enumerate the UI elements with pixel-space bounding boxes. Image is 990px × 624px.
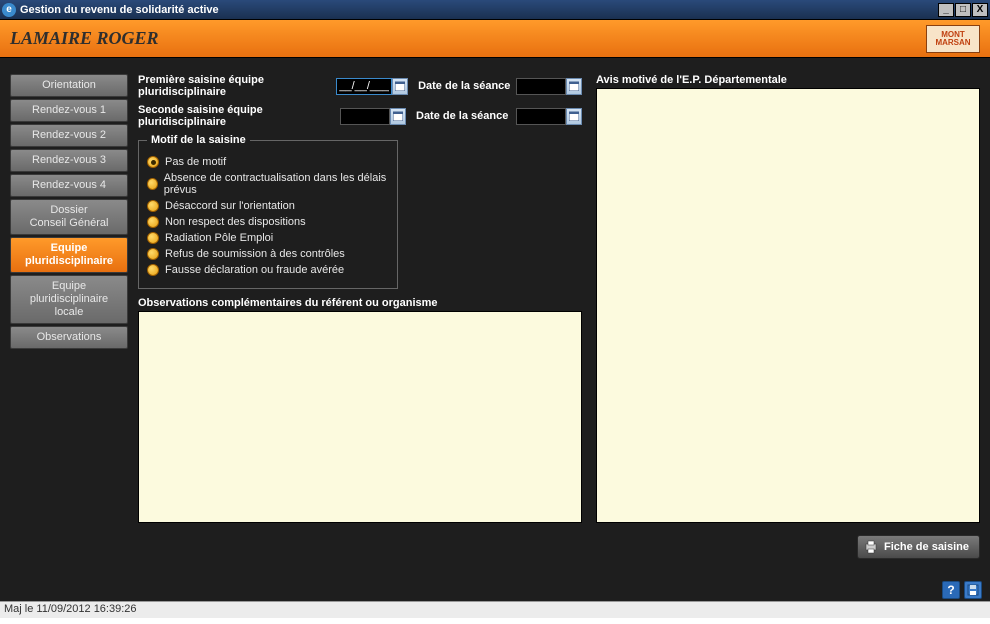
- label-first-saisine: Première saisine équipe pluridisciplinai…: [138, 74, 336, 98]
- sidebar-item-rdv1[interactable]: Rendez-vous 1: [10, 99, 128, 122]
- maximize-button[interactable]: □: [955, 3, 971, 17]
- sidebar-item-label: Rendez-vous 4: [32, 179, 106, 192]
- radio-icon: [147, 156, 159, 168]
- radio-label: Pas de motif: [165, 156, 226, 168]
- label-second-saisine: Seconde saisine équipe pluridisciplinair…: [138, 104, 340, 128]
- sidebar-item-equipe-plur-locale[interactable]: Equipe pluridisciplinaire locale: [10, 275, 128, 324]
- radio-pas-de-motif[interactable]: Pas de motif: [147, 156, 389, 168]
- textarea-observations[interactable]: [138, 311, 582, 523]
- title-bar: e Gestion du revenu de solidarité active…: [0, 0, 990, 20]
- main-area: Orientation Rendez-vous 1 Rendez-vous 2 …: [0, 58, 990, 579]
- label-observations: Observations complémentaires du référent…: [138, 297, 582, 309]
- sidebar-item-label: Rendez-vous 2: [32, 129, 106, 142]
- calendar-icon[interactable]: [566, 78, 582, 95]
- input-first-saisine-date[interactable]: [336, 78, 392, 95]
- radio-icon: [147, 248, 159, 260]
- sidebar-item-label: Orientation: [42, 79, 96, 92]
- calendar-icon[interactable]: [390, 108, 406, 125]
- radio-label: Fausse déclaration ou fraude avérée: [165, 264, 344, 276]
- radio-icon: [147, 178, 158, 190]
- input-seance-date-2[interactable]: [516, 108, 566, 125]
- sidebar-item-label: Rendez-vous 3: [32, 154, 106, 167]
- input-seance-date-1[interactable]: [516, 78, 566, 95]
- label-seance-date-2: Date de la séance: [416, 110, 516, 122]
- sidebar-item-rdv4[interactable]: Rendez-vous 4: [10, 174, 128, 197]
- radio-icon: [147, 232, 159, 244]
- radio-label: Refus de soumission à des contrôles: [165, 248, 345, 260]
- calendar-icon[interactable]: [392, 78, 408, 95]
- radio-icon: [147, 200, 159, 212]
- radio-label: Radiation Pôle Emploi: [165, 232, 273, 244]
- logo-mont-marsan: MONT MARSAN: [926, 25, 980, 53]
- app-icon: e: [2, 3, 16, 17]
- label-avis: Avis motivé de l'E.P. Départementale: [596, 74, 980, 86]
- label-seance-date-1: Date de la séance: [418, 80, 516, 92]
- save-button[interactable]: [964, 581, 982, 599]
- sidebar-item-rdv3[interactable]: Rendez-vous 3: [10, 149, 128, 172]
- content: Première saisine équipe pluridisciplinai…: [138, 74, 980, 573]
- help-button[interactable]: ?: [942, 581, 960, 599]
- sidebar: Orientation Rendez-vous 1 Rendez-vous 2 …: [10, 74, 128, 573]
- calendar-icon[interactable]: [566, 108, 582, 125]
- minimize-button[interactable]: _: [938, 3, 954, 17]
- radio-absence-contractualisation[interactable]: Absence de contractualisation dans les d…: [147, 172, 389, 196]
- sidebar-item-label: Rendez-vous 1: [32, 104, 106, 117]
- close-button[interactable]: X: [972, 3, 988, 17]
- sidebar-item-observations[interactable]: Observations: [10, 326, 128, 349]
- radio-desaccord-orientation[interactable]: Désaccord sur l'orientation: [147, 200, 389, 212]
- legend-motif: Motif de la saisine: [147, 134, 250, 146]
- sidebar-item-label: Equipe pluridisciplinaire: [15, 242, 123, 268]
- radio-label: Désaccord sur l'orientation: [165, 200, 295, 212]
- sidebar-item-orientation[interactable]: Orientation: [10, 74, 128, 97]
- sidebar-item-label: Dossier Conseil Général: [30, 204, 109, 230]
- input-second-saisine-date[interactable]: [340, 108, 390, 125]
- status-bar: Maj le 11/09/2012 16:39:26: [0, 601, 990, 618]
- textarea-avis[interactable]: [596, 88, 980, 523]
- radio-icon: [147, 216, 159, 228]
- radio-refus-soumission[interactable]: Refus de soumission à des contrôles: [147, 248, 389, 260]
- fiche-de-saisine-button[interactable]: Fiche de saisine: [857, 535, 980, 559]
- right-column: Avis motivé de l'E.P. Départementale: [596, 74, 980, 523]
- sidebar-item-label: Observations: [37, 331, 102, 344]
- person-name: LAMAIRE ROGER: [10, 28, 159, 49]
- radio-fausse-declaration[interactable]: Fausse déclaration ou fraude avérée: [147, 264, 389, 276]
- radio-icon: [147, 264, 159, 276]
- sidebar-item-dossier-cg[interactable]: Dossier Conseil Général: [10, 199, 128, 235]
- window-title: Gestion du revenu de solidarité active: [20, 4, 219, 16]
- sidebar-item-rdv2[interactable]: Rendez-vous 2: [10, 124, 128, 147]
- left-column: Première saisine équipe pluridisciplinai…: [138, 74, 582, 523]
- radio-label: Non respect des dispositions: [165, 216, 306, 228]
- radio-non-respect[interactable]: Non respect des dispositions: [147, 216, 389, 228]
- radio-radiation-pole-emploi[interactable]: Radiation Pôle Emploi: [147, 232, 389, 244]
- header-bar: LAMAIRE ROGER MONT MARSAN: [0, 20, 990, 58]
- button-label: Fiche de saisine: [884, 541, 969, 553]
- fieldset-motif: Motif de la saisine Pas de motif Absence…: [138, 134, 398, 289]
- print-icon: [864, 540, 878, 554]
- sidebar-item-label: Equipe pluridisciplinaire locale: [15, 280, 123, 319]
- radio-label: Absence de contractualisation dans les d…: [164, 172, 389, 196]
- sidebar-item-equipe-plur[interactable]: Equipe pluridisciplinaire: [10, 237, 128, 273]
- status-text: Maj le 11/09/2012 16:39:26: [4, 603, 137, 615]
- footer-icon-bar: ?: [0, 579, 990, 601]
